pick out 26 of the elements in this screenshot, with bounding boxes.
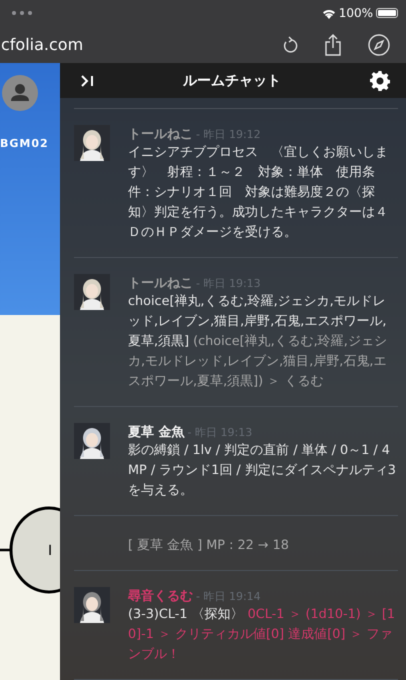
message-text: イニシアチブプロセス 〈宜しくお願いします〉 射程：１～２ 対象：単体 使用条件：シナリオ１回 対象は難易度２の〈探知〉判定を行う。成功したキャラクターは４ＤのＨＰダメージを受ける。 — [128, 144, 389, 242]
message-text: choice[禅丸,くるむ,玲羅,ジェシカ,モルドレッド,レイブン,猫目,岸野,石鬼,エスポワール,夏草,須黒] (choice[禅丸,くるむ,玲羅,ジェシカ,モルドレッド,レイブン,猫目,岸野,石鬼,エスポワール,夏草,須黒]) ＞ くるむ — [128, 293, 388, 391]
bgm-label: BGM02 — [0, 137, 49, 150]
sender-name: トールねこ — [128, 126, 193, 143]
chat-title: ルームチャット — [182, 72, 282, 90]
message-text: [ 夏草 金魚 ] MP : 22 → 18 — [128, 537, 289, 555]
message-time: - 昨日 19:14 — [196, 589, 261, 604]
collapse-icon[interactable] — [80, 74, 94, 86]
more-icon[interactable] — [12, 11, 32, 15]
sender-name: 尋音くるむ — [128, 588, 193, 605]
share-icon[interactable] — [324, 34, 342, 56]
message-text: 影の縛鎖 / 1lv / 判定の直前 / 単体 / 0～1 / 4MP / ラウンド1回 / 判定にダイスペナルティ3を与える。 — [128, 442, 397, 500]
sender-name: トールねこ — [128, 275, 193, 292]
battery-percent: 100% — [338, 6, 373, 20]
connector-line — [0, 548, 11, 552]
message-time: - 昨日 19:12 — [196, 127, 261, 142]
sender-name: 夏草 金魚 — [128, 424, 185, 441]
token-drawing[interactable] — [10, 506, 60, 594]
compass-icon[interactable] — [368, 34, 390, 56]
message-text: (3-3)CL-1 〈探知〉 0CL-1 ＞ (1d10-1) ＞ [10]-1 ＞ クリティカル値[0] 達成値[0] ＞ ファンブル！ — [128, 606, 396, 664]
token-label: I — [48, 543, 52, 559]
reload-icon[interactable] — [282, 36, 298, 54]
user-avatar-icon[interactable] — [2, 75, 38, 111]
settings-icon[interactable] — [370, 70, 390, 90]
wifi-icon — [322, 8, 336, 18]
battery-icon — [376, 8, 398, 18]
